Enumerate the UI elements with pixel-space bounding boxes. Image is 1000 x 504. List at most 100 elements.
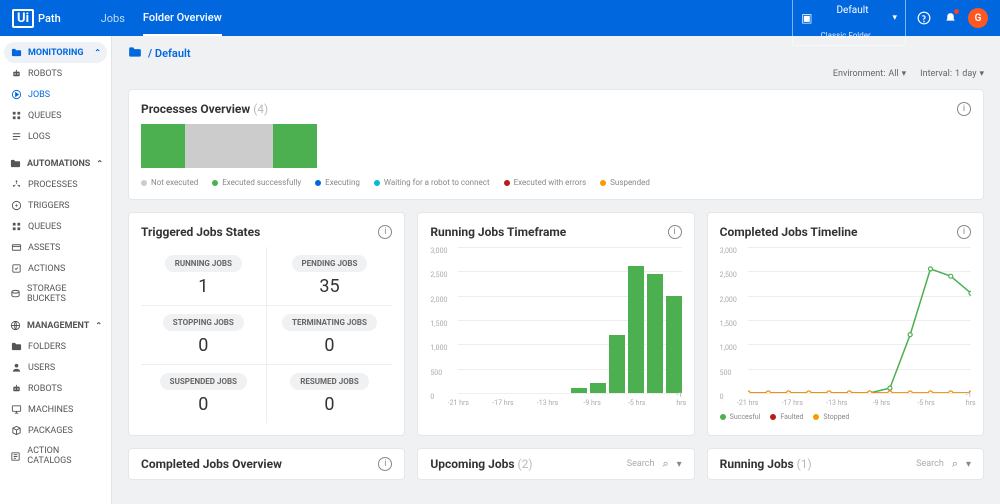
info-icon[interactable]: i [378, 457, 392, 471]
sidebar-item-folders[interactable]: FOLDERS [4, 336, 107, 357]
processes-overview-card: Processes Overview (4) i Not executed Exe… [128, 89, 984, 200]
legend-item: Not executed [141, 178, 198, 187]
state-cell: SUSPENDED JOBS0 [141, 365, 267, 423]
card-title: Running Jobs Timeframe [430, 225, 566, 239]
tab-folder-overview[interactable]: Folder Overview [143, 0, 222, 36]
bottom-card: Completed Jobs Overview i [128, 448, 405, 480]
sidebar-group-management[interactable]: MANAGEMENT⌃ [4, 315, 107, 336]
folder-icon [128, 46, 142, 61]
processes-legend: Not executed Executed successfully Executi… [141, 178, 971, 187]
sidebar: MONITORING⌃ROBOTSJOBSQUEUESLOGSAUTOMATIO… [0, 36, 112, 504]
filter-icon[interactable]: ▾ [966, 459, 971, 470]
bell-icon[interactable] [942, 10, 958, 26]
trigger-icon [10, 200, 22, 211]
sidebar-item-machines[interactable]: MACHINES [4, 399, 107, 420]
queue-icon [10, 110, 22, 121]
card-title: Triggered Jobs States [141, 225, 260, 239]
filter-icon[interactable]: ▾ [677, 459, 682, 470]
play-icon [10, 89, 22, 100]
legend-item: Executing [315, 178, 360, 187]
user-icon [10, 362, 22, 373]
sidebar-item-actions[interactable]: ACTIONS [4, 258, 107, 279]
sidebar-item-packages[interactable]: PACKAGES [4, 420, 107, 441]
line-chart: 05001,0001,5002,0002,5003,000-21 hrs-17 … [720, 247, 971, 407]
process-squares [141, 124, 971, 168]
logo: Ui Path [12, 9, 61, 28]
chevron-up-icon: ⌃ [94, 48, 101, 57]
legend-item: Suspended [600, 178, 650, 187]
bottom-card: Running Jobs (1)Search⌕▾ [707, 448, 984, 480]
card-title: Completed Jobs Timeline [720, 225, 858, 239]
main-content: / Default Environment: All ▾ Interval: 1… [112, 36, 1000, 504]
process-square [229, 124, 273, 168]
sidebar-item-triggers[interactable]: TRIGGERS [4, 195, 107, 216]
sidebar-item-assets[interactable]: ASSETS [4, 237, 107, 258]
sidebar-group-automations[interactable]: AUTOMATIONS⌃ [4, 153, 107, 174]
queue-icon [10, 221, 22, 232]
info-icon[interactable]: i [378, 225, 392, 239]
bottom-card: Upcoming Jobs (2)Search⌕▾ [417, 448, 694, 480]
environment-filter[interactable]: Environment: All ▾ [833, 69, 906, 79]
breadcrumb[interactable]: / Default [128, 46, 984, 61]
chevron-down-icon: ▾ [892, 13, 897, 23]
search-icon[interactable]: ⌕ [662, 457, 668, 471]
line-chart-legend: SuccesfulFaultedStopped [720, 413, 971, 421]
state-cell: PENDING JOBS35 [267, 247, 393, 306]
info-icon[interactable]: i [957, 225, 971, 239]
sidebar-item-robots[interactable]: ROBOTS [4, 378, 107, 399]
logs-icon [10, 131, 22, 142]
sidebar-item-processes[interactable]: PROCESSES [4, 174, 107, 195]
process-square [141, 124, 185, 168]
legend-item: Executed successfully [212, 178, 301, 187]
info-icon[interactable]: i [668, 225, 682, 239]
bucket-icon [10, 289, 21, 300]
action-icon [10, 263, 22, 274]
bar-chart: 05001,0001,5002,0002,5003,000-21 hrs-17 … [430, 247, 681, 407]
legend-item: Succesful [720, 413, 761, 421]
legend-item: Executed with errors [504, 178, 587, 187]
sidebar-item-queues[interactable]: QUEUES [4, 216, 107, 237]
package-icon [10, 425, 22, 436]
state-cell: RUNNING JOBS1 [141, 247, 267, 306]
search-icon[interactable]: ⌕ [952, 457, 958, 471]
logo-text: Path [38, 12, 61, 25]
state-cell: RESUMED JOBS0 [267, 365, 393, 423]
chevron-down-icon: ▾ [902, 69, 907, 79]
chevron-up-icon: ⌃ [96, 159, 103, 168]
state-cell: STOPPING JOBS0 [141, 306, 267, 365]
filters: Environment: All ▾ Interval: 1 day ▾ [128, 69, 984, 79]
monitor-icon [10, 47, 22, 58]
sidebar-item-robots[interactable]: ROBOTS [4, 63, 107, 84]
globe-icon [10, 320, 21, 331]
notification-dot [954, 9, 959, 14]
completed-jobs-timeline-card: Completed Jobs Timeline i 05001,0001,500… [707, 212, 984, 436]
chevron-down-icon: ▾ [979, 69, 984, 79]
chevron-up-icon: ⌃ [95, 321, 102, 330]
header-tabs: Jobs Folder Overview [101, 0, 222, 36]
auto-icon [10, 158, 21, 169]
info-icon[interactable]: i [957, 102, 971, 116]
robot-icon [10, 68, 22, 79]
asset-icon [10, 242, 22, 253]
catalog-icon [10, 451, 21, 462]
robot-icon [10, 383, 22, 394]
sidebar-item-logs[interactable]: LOGS [4, 126, 107, 147]
sidebar-item-action-catalogs[interactable]: ACTION CATALOGS [4, 441, 107, 471]
sidebar-item-storage-buckets[interactable]: STORAGE BUCKETS [4, 279, 107, 309]
help-icon[interactable] [916, 10, 932, 26]
sidebar-item-queues[interactable]: QUEUES [4, 105, 107, 126]
legend-item: Waiting for a robot to connect [374, 178, 490, 187]
card-title: Processes Overview (4) [141, 102, 268, 116]
avatar[interactable]: G [968, 8, 988, 28]
legend-item: Faulted [770, 413, 803, 421]
sidebar-item-jobs[interactable]: JOBS [4, 84, 107, 105]
state-cell: TERMINATING JOBS0 [267, 306, 393, 365]
tab-jobs[interactable]: Jobs [101, 0, 125, 36]
running-jobs-timeframe-card: Running Jobs Timeframe i 05001,0001,5002… [417, 212, 694, 436]
sidebar-group-monitoring[interactable]: MONITORING⌃ [4, 42, 107, 63]
sidebar-item-users[interactable]: USERS [4, 357, 107, 378]
process-square [185, 124, 229, 168]
interval-filter[interactable]: Interval: 1 day ▾ [920, 69, 984, 79]
folder-icon: ▣ [801, 11, 812, 25]
folder-icon [10, 341, 22, 352]
